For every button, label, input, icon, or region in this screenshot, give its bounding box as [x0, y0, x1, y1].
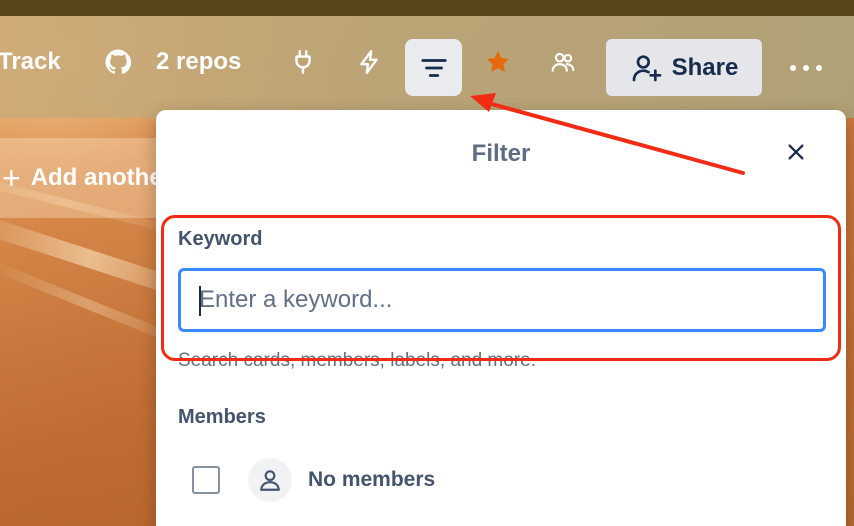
plus-icon: + — [2, 160, 21, 196]
star-icon[interactable] — [484, 48, 512, 76]
power-ups-icon[interactable] — [289, 48, 317, 76]
filter-button[interactable] — [405, 39, 462, 96]
github-icon[interactable] — [104, 48, 132, 76]
annotation-highlight-box — [161, 215, 841, 361]
close-button[interactable] — [780, 136, 812, 168]
more-button[interactable] — [786, 54, 826, 82]
person-icon — [260, 470, 280, 491]
share-button[interactable]: Share — [606, 39, 762, 96]
top-nav-strip — [0, 0, 854, 16]
avatar — [248, 458, 292, 502]
automation-icon[interactable] — [355, 48, 383, 76]
filter-icon — [420, 58, 447, 77]
members-icon[interactable] — [549, 48, 577, 76]
share-label: Share — [671, 53, 739, 81]
no-members-checkbox[interactable] — [192, 466, 220, 494]
repos-count[interactable]: 2 repos — [156, 50, 241, 74]
add-user-icon — [632, 54, 661, 81]
close-icon — [788, 144, 804, 160]
more-icon — [790, 65, 822, 71]
no-members-label: No members — [308, 468, 436, 491]
board-name[interactable]: Track — [0, 50, 61, 74]
add-list-button[interactable]: + Add another list — [0, 138, 162, 218]
popover-title: Filter — [471, 140, 531, 167]
add-list-label: Add another list — [30, 164, 162, 191]
members-label: Members — [178, 406, 266, 428]
